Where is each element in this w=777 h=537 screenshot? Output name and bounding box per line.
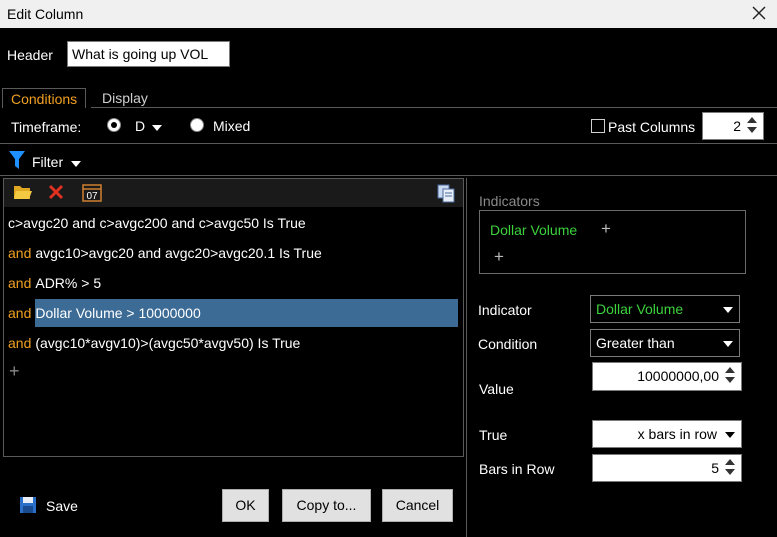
- past-columns-stepper[interactable]: 2: [702, 112, 764, 140]
- condition-text: avgc10>avgc20 and avgc20>avgc20.1 Is Tru…: [35, 245, 322, 261]
- ok-button[interactable]: OK: [222, 489, 269, 522]
- condition-text: c>avgc20 and c>avgc200 and c>avgc50 Is T…: [8, 215, 306, 231]
- indicator-item[interactable]: Dollar Volume: [490, 222, 577, 238]
- indicators-box: [479, 210, 746, 274]
- chevron-down-icon[interactable]: [723, 341, 733, 347]
- tab-conditions[interactable]: Conditions: [2, 88, 87, 108]
- condition-row-4-selected[interactable]: and Dollar Volume > 10000000: [8, 299, 462, 327]
- condition-prefix: and: [8, 245, 32, 261]
- timeframe-value[interactable]: D: [135, 118, 145, 134]
- filter-dropdown-icon[interactable]: [71, 155, 81, 171]
- value-label: Value: [479, 381, 514, 397]
- conditions-toolbar: 07: [4, 179, 463, 207]
- filter-label[interactable]: Filter: [32, 154, 63, 170]
- add-condition-icon[interactable]: +: [9, 361, 20, 382]
- delete-x-icon[interactable]: [47, 183, 65, 201]
- title-bar: Edit Column: [0, 0, 777, 28]
- header-input[interactable]: What is going up VOL: [67, 41, 230, 67]
- condition-select[interactable]: Greater than: [590, 329, 740, 357]
- stepper-arrows-icon[interactable]: [745, 115, 759, 133]
- indicator-select[interactable]: Dollar Volume: [590, 295, 740, 323]
- timeframe-dropdown-icon[interactable]: [152, 119, 162, 135]
- true-select[interactable]: x bars in row: [592, 420, 742, 448]
- bars-in-row-label: Bars in Row: [479, 461, 555, 477]
- timeframe-mixed-radio[interactable]: [190, 118, 204, 132]
- close-icon[interactable]: [749, 3, 769, 23]
- add-indicator-inline-icon[interactable]: +: [601, 219, 611, 239]
- condition-text: Dollar Volume > 10000000: [35, 305, 201, 321]
- window-title: Edit Column: [7, 6, 84, 22]
- calendar-07-icon[interactable]: 07: [81, 181, 103, 203]
- condition-row-5[interactable]: and (avgc10*avgv10)>(avgc50*avgv50) Is Tr…: [8, 329, 462, 357]
- tab-divider: [91, 107, 777, 108]
- true-label: True: [479, 427, 508, 443]
- add-indicator-icon[interactable]: +: [494, 247, 504, 267]
- condition-text: ADR% > 5: [35, 275, 102, 291]
- condition-text: (avgc10*avgv10)>(avgc50*avgv50) Is True: [35, 335, 301, 351]
- mixed-label: Mixed: [213, 118, 251, 134]
- save-floppy-icon[interactable]: [19, 496, 37, 514]
- bars-in-row-stepper[interactable]: 5: [592, 454, 742, 482]
- filter-funnel-icon[interactable]: [9, 151, 25, 169]
- condition-prefix: and: [8, 305, 32, 321]
- chevron-down-icon[interactable]: [725, 432, 735, 438]
- chevron-down-icon[interactable]: [723, 307, 733, 313]
- copy-to-button[interactable]: Copy to...: [282, 489, 371, 522]
- condition-prefix: and: [8, 335, 32, 351]
- conditions-panel: 07 c>avgc20 and c>avgc200 and c>avgc50 I…: [3, 178, 464, 457]
- copy-clipboard-icon[interactable]: [436, 183, 456, 203]
- past-columns-checkbox[interactable]: [591, 119, 605, 133]
- folder-open-icon[interactable]: [13, 183, 33, 201]
- past-columns-label: Past Columns: [608, 119, 696, 135]
- cancel-button[interactable]: Cancel: [382, 489, 453, 522]
- indicators-label: Indicators: [479, 193, 540, 209]
- condition-row-2[interactable]: and avgc10>avgc20 and avgc20>avgc20.1 Is …: [8, 239, 462, 267]
- indicator-label: Indicator: [478, 302, 532, 318]
- true-select-value: x bars in row: [637, 426, 717, 442]
- timeframe-d-radio[interactable]: [107, 118, 121, 132]
- header-label: Header: [7, 47, 53, 63]
- bars-in-row-value: 5: [711, 460, 719, 476]
- value-stepper[interactable]: 10000000,00: [592, 362, 742, 391]
- condition-label: Condition: [478, 336, 538, 352]
- past-columns-value: 2: [733, 118, 741, 134]
- save-button[interactable]: Save: [46, 498, 78, 514]
- indicator-select-value: Dollar Volume: [596, 301, 684, 317]
- svg-text:07: 07: [86, 191, 98, 202]
- condition-prefix: and: [8, 275, 32, 291]
- timeframe-label: Timeframe:: [11, 119, 82, 135]
- condition-select-value: Greater than: [596, 335, 675, 351]
- condition-row-3[interactable]: and ADR% > 5: [8, 269, 462, 297]
- stepper-arrows-icon[interactable]: [723, 457, 737, 475]
- divider: [0, 175, 777, 176]
- stepper-arrows-icon[interactable]: [723, 365, 737, 383]
- tab-display[interactable]: Display: [94, 88, 156, 108]
- condition-row-1[interactable]: c>avgc20 and c>avgc200 and c>avgc50 Is T…: [8, 209, 462, 237]
- divider: [0, 143, 777, 144]
- value-stepper-value: 10000000,00: [637, 368, 719, 384]
